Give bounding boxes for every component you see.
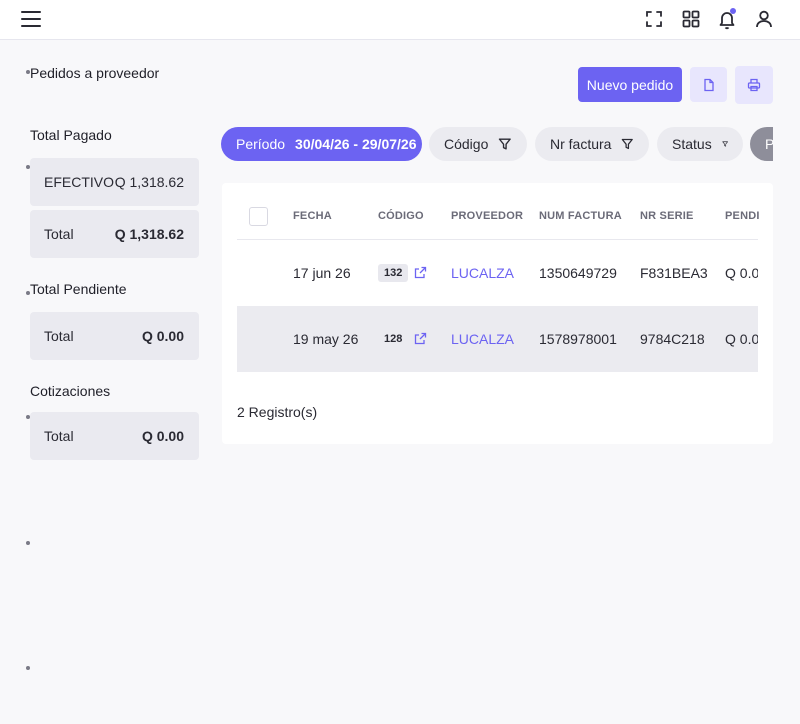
fullscreen-icon[interactable] <box>643 8 665 30</box>
table-row[interactable]: 17 jun 26 132 LUCALZA 1350649729 F831BEA… <box>237 240 758 306</box>
cell-num-factura: 1350649729 <box>539 265 617 281</box>
cell-codigo: 132 <box>378 264 409 282</box>
cell-pendiente: Q 0.00 <box>725 331 758 347</box>
new-order-button[interactable]: Nuevo pedido <box>578 67 682 102</box>
filter-icon <box>622 138 634 150</box>
column-header-nr-serie[interactable]: NR SERIE <box>640 210 694 222</box>
column-header-num-factura[interactable]: NUM FACTURA <box>539 210 622 222</box>
external-link-icon[interactable] <box>414 332 427 345</box>
table-header: FECHA CÓDIGO PROVEEDOR NUM FACTURA NR SE… <box>237 183 760 240</box>
table-row[interactable]: 19 may 26 128 LUCALZA 1578978001 9784C21… <box>237 306 758 372</box>
summary-card-efectivo: EFECTIVO Q 1,318.62 <box>30 158 199 206</box>
apps-grid-icon[interactable] <box>680 8 702 30</box>
bullet-dot <box>26 541 30 545</box>
chip-label: Código <box>444 136 489 152</box>
column-header-pendiente[interactable]: PENDI <box>725 210 760 222</box>
summary-card-total-pagado: Total Q 1,318.62 <box>30 210 199 258</box>
chip-label: P <box>765 136 773 152</box>
summary-value: Q 0.00 <box>141 428 184 444</box>
summary-value: Q 1,318.62 <box>114 174 184 190</box>
cell-fecha: 17 jun 26 <box>293 265 351 281</box>
record-count: 2 Registro(s) <box>237 404 318 420</box>
external-link-icon[interactable] <box>414 266 427 279</box>
cell-nr-serie: 9784C218 <box>640 331 705 347</box>
period-filter-chip[interactable]: Período 30/04/26 - 29/07/26 <box>221 127 422 161</box>
filter-icon <box>499 138 512 150</box>
notification-dot <box>730 8 736 14</box>
chip-label: Nr factura <box>550 136 612 152</box>
summary-label: Total <box>44 328 74 344</box>
orders-table-card: FECHA CÓDIGO PROVEEDOR NUM FACTURA NR SE… <box>222 183 773 444</box>
nr-factura-filter-chip[interactable]: Nr factura <box>535 127 649 161</box>
column-header-codigo[interactable]: CÓDIGO <box>378 210 424 222</box>
printer-icon <box>747 78 761 92</box>
column-header-fecha[interactable]: FECHA <box>293 210 332 222</box>
period-label: Período <box>236 136 286 152</box>
summary-value: Q 0.00 <box>141 328 184 344</box>
summary-label: Total <box>44 226 74 242</box>
file-icon <box>703 78 714 91</box>
chip-label: Status <box>672 136 712 152</box>
user-icon[interactable] <box>753 8 775 30</box>
top-bar <box>0 0 800 40</box>
summary-label: Total <box>44 428 74 444</box>
filter-icon <box>722 141 728 147</box>
total-pendiente-title: Total Pendiente <box>30 281 127 297</box>
status-filter-chip[interactable]: Status <box>657 127 743 161</box>
cell-codigo: 128 <box>384 333 403 345</box>
summary-label: EFECTIVO <box>44 174 115 190</box>
cell-proveedor-link[interactable]: LUCALZA <box>451 331 514 347</box>
summary-value: Q 1,318.62 <box>114 226 184 242</box>
cell-proveedor-link[interactable]: LUCALZA <box>451 265 514 281</box>
select-all-checkbox[interactable] <box>249 207 268 226</box>
cell-fecha: 19 may 26 <box>293 331 359 347</box>
more-filter-chip[interactable]: P <box>750 127 773 161</box>
codigo-filter-chip[interactable]: Código <box>429 127 527 161</box>
cell-nr-serie: F831BEA3 <box>640 265 708 281</box>
period-range: 30/04/26 - 29/07/26 <box>295 136 417 152</box>
print-button[interactable] <box>735 66 773 104</box>
filter-chips: Período 30/04/26 - 29/07/26 Código Nr fa… <box>221 127 773 161</box>
page-title: Pedidos a proveedor <box>30 65 160 81</box>
bullet-dot <box>26 666 30 670</box>
total-pagado-title: Total Pagado <box>30 127 112 143</box>
hamburger-menu-icon[interactable] <box>21 11 41 27</box>
bell-icon[interactable] <box>716 8 738 30</box>
cotizaciones-title: Cotizaciones <box>30 383 111 399</box>
cell-num-factura: 1578978001 <box>539 331 617 347</box>
summary-card-total-pendiente: Total Q 0.00 <box>30 312 199 360</box>
export-file-button[interactable] <box>690 67 727 102</box>
cell-pendiente: Q 0.00 <box>725 265 758 281</box>
summary-card-cotizaciones: Total Q 0.00 <box>30 412 199 460</box>
column-header-proveedor[interactable]: PROVEEDOR <box>451 210 523 222</box>
